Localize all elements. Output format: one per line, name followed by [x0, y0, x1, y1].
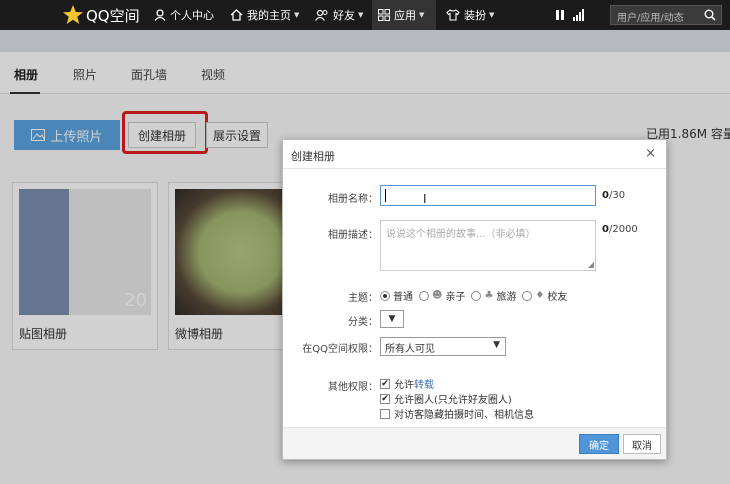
theme-option-travel[interactable]: ♣ 旅游	[471, 288, 516, 303]
top-nav-bar: QQ空间 个人中心 我的主页 ▼ 好友 ▼ 应用 ▼ 装扮 ▼ 用户/应用/动态	[0, 0, 730, 30]
theme-option-label: 校友	[547, 292, 568, 303]
friends-icon	[315, 9, 328, 21]
option-label: 允许	[394, 380, 414, 391]
resize-handle-icon[interactable]: ◢	[588, 260, 594, 269]
album-desc-label: 相册描述：	[328, 230, 378, 241]
search-icon[interactable]	[704, 9, 716, 21]
nav-friends[interactable]: 好友 ▼	[315, 0, 363, 30]
text-cursor	[385, 189, 386, 202]
album-desc-count: 0	[602, 224, 609, 235]
star-logo-icon	[62, 4, 84, 26]
checkbox[interactable]: ✔	[380, 393, 390, 404]
chevron-down-icon: ▼	[489, 11, 495, 19]
category-select[interactable]: ▼	[380, 310, 404, 328]
chevron-down-icon: ▼	[388, 314, 396, 324]
album-desc-counter: 0/2000	[602, 224, 638, 235]
album-name-count: 0	[602, 190, 609, 201]
chevron-down-icon: ▼	[419, 11, 425, 19]
theme-option-alumni[interactable]: ♦ 校友	[522, 288, 567, 303]
chevron-down-icon: ▼	[493, 340, 500, 350]
permission-value: 所有人可见	[385, 344, 435, 355]
option-hide-exif[interactable]: 对访客隐藏拍摄时间、相机信息	[380, 406, 534, 421]
option-label: 允许圈人(只允许好友圈人)	[394, 395, 512, 406]
nav-apps-label: 应用	[394, 9, 416, 22]
dialog-title: 创建相册	[291, 150, 335, 163]
confirm-label: 确定	[589, 440, 609, 452]
cancel-label: 取消	[632, 440, 652, 452]
album-name-input[interactable]	[380, 185, 596, 206]
grid-icon	[378, 9, 390, 21]
nav-friends-label: 好友	[333, 9, 355, 22]
album-desc-max: /2000	[608, 224, 638, 235]
permission-label: 在QQ空间权限：	[302, 344, 378, 355]
checkbox[interactable]	[380, 408, 390, 419]
option-label: 对访客隐藏拍摄时间、相机信息	[394, 410, 534, 421]
theme-option-parenting[interactable]: ☻ 亲子	[419, 288, 465, 303]
radio-button[interactable]	[380, 290, 390, 301]
other-permissions-label: 其他权限：	[328, 382, 378, 393]
person-icon	[154, 9, 166, 21]
nav-my-homepage[interactable]: 我的主页 ▼	[230, 0, 299, 30]
top-right-icons	[555, 9, 585, 21]
home-icon	[230, 9, 243, 21]
theme-label: 主题：	[348, 293, 378, 304]
top-search-input[interactable]: 用户/应用/动态	[610, 5, 722, 25]
nav-apps[interactable]: 应用 ▼	[372, 0, 436, 30]
signal-bars-icon[interactable]	[573, 9, 585, 21]
create-album-dialog: 创建相册 × 相册名称： I 0/30 相册描述： 说说这个相册的故事...（非…	[282, 139, 667, 460]
checkbox[interactable]: ✔	[380, 378, 390, 389]
album-desc-textarea[interactable]: 说说这个相册的故事...（非必填） ◢	[380, 220, 596, 271]
qzone-logo[interactable]: QQ空间	[62, 4, 140, 26]
tshirt-icon	[446, 9, 460, 21]
theme-radio-group: 普通 ☻ 亲子 ♣ 旅游 ♦ 校友	[380, 288, 567, 303]
repost-link[interactable]: 转载	[414, 376, 434, 391]
dialog-header: 创建相册 ×	[283, 140, 666, 169]
chevron-down-icon: ▼	[294, 11, 300, 19]
pause-icon[interactable]	[555, 9, 565, 21]
theme-option-normal[interactable]: 普通	[380, 288, 413, 303]
nav-personal-center-label: 个人中心	[170, 9, 214, 22]
nav-personal-center[interactable]: 个人中心	[154, 0, 214, 30]
permission-select[interactable]: 所有人可见 ▼	[380, 337, 506, 356]
cancel-button[interactable]: 取消	[623, 434, 661, 454]
radio-button[interactable]	[522, 290, 533, 301]
album-name-max: /30	[608, 190, 626, 201]
theme-option-label: 旅游	[496, 292, 517, 303]
ibeam-cursor-icon: I	[423, 192, 427, 206]
dialog-footer: 确定 取消	[283, 427, 666, 459]
baby-icon: ☻	[432, 290, 443, 301]
brand-name: QQ空间	[86, 6, 140, 25]
theme-option-label: 普通	[393, 292, 413, 303]
radio-button[interactable]	[471, 290, 482, 301]
top-search-placeholder: 用户/应用/动态	[617, 13, 684, 24]
nav-my-homepage-label: 我的主页	[247, 9, 291, 22]
album-name-counter: 0/30	[602, 190, 625, 201]
category-label: 分类：	[348, 317, 378, 328]
chevron-down-icon: ▼	[358, 11, 364, 19]
radio-button[interactable]	[419, 290, 429, 301]
close-icon[interactable]: ×	[645, 146, 656, 161]
palm-tree-icon: ♣	[484, 290, 494, 301]
album-desc-placeholder: 说说这个相册的故事...（非必填）	[386, 229, 536, 240]
theme-option-label: 亲子	[445, 292, 466, 303]
nav-dress-up-label: 装扮	[464, 9, 486, 22]
album-name-label: 相册名称：	[328, 194, 378, 205]
option-allow-tagging[interactable]: ✔ 允许圈人(只允许好友圈人)	[380, 391, 512, 406]
nav-dress-up[interactable]: 装扮 ▼	[446, 0, 494, 30]
option-allow-repost[interactable]: ✔ 允许 转载	[380, 376, 434, 391]
confirm-button[interactable]: 确定	[579, 434, 619, 454]
graduation-cap-icon: ♦	[535, 290, 545, 301]
